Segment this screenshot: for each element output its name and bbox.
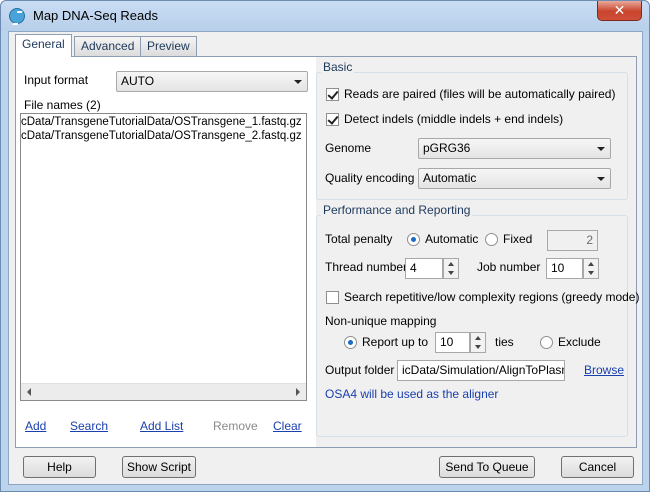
increment-icon[interactable] [588, 262, 594, 266]
tab-general[interactable]: General [15, 34, 72, 57]
report-up-to-stepper[interactable] [470, 332, 486, 353]
search-repetitive-label: Search repetitive/low complexity regions… [344, 290, 640, 304]
general-tab-panel: Input format AUTO File names (2) cData/T… [15, 56, 639, 448]
quality-encoding-select[interactable]: Automatic [418, 168, 611, 189]
chevron-down-icon [294, 80, 302, 84]
reads-paired-checkbox[interactable] [326, 88, 339, 101]
search-repetitive-checkbox[interactable] [326, 291, 339, 304]
report-up-to-label: Report up to [362, 335, 429, 349]
show-script-button[interactable]: Show Script [122, 456, 196, 478]
tab-advanced[interactable]: Advanced [74, 36, 142, 56]
clear-files-link[interactable]: Clear [273, 419, 302, 433]
detect-indels-label: Detect indels (middle indels + end indel… [344, 112, 564, 126]
quality-encoding-label: Quality encoding [325, 171, 415, 185]
scroll-left-icon[interactable] [21, 384, 38, 400]
penalty-fixed-input[interactable]: 2 [547, 230, 598, 251]
basic-group-title: Basic [321, 60, 355, 74]
browse-link[interactable]: Browse [584, 363, 624, 377]
decrement-icon[interactable] [475, 345, 481, 349]
genome-select[interactable]: pGRG36 [418, 138, 611, 159]
increment-icon[interactable] [475, 336, 481, 340]
ties-label: ties [495, 335, 514, 349]
add-file-link[interactable]: Add [25, 419, 46, 433]
report-up-to-radio[interactable] [344, 336, 357, 349]
performance-group-title: Performance and Reporting [321, 203, 473, 217]
genome-label: Genome [325, 141, 372, 155]
report-up-to-input[interactable]: 10 [435, 332, 470, 353]
dialog-client-area: General Advanced Preview Input format AU… [8, 31, 643, 485]
total-penalty-label: Total penalty [325, 232, 393, 246]
horizontal-scrollbar[interactable] [21, 383, 306, 400]
output-folder-input[interactable]: icData/Simulation/AlignToPlasmid [397, 360, 565, 381]
list-item[interactable]: cData/TransgeneTutorialData/OSTransgene_… [21, 130, 302, 142]
input-format-value: AUTO [121, 74, 155, 88]
file-names-label: File names (2) [24, 98, 101, 112]
output-folder-label: Output folder [325, 363, 395, 377]
remove-file-link[interactable]: Remove [213, 419, 258, 433]
thread-number-stepper[interactable] [443, 258, 459, 279]
input-format-select[interactable]: AUTO [116, 71, 308, 92]
tab-preview[interactable]: Preview [140, 36, 197, 56]
increment-icon[interactable] [448, 262, 454, 266]
thread-number-input[interactable]: 4 [405, 258, 443, 279]
input-format-label: Input format [24, 73, 89, 87]
list-item[interactable]: cData/TransgeneTutorialData/OSTransgene_… [21, 116, 302, 128]
exclude-label: Exclude [558, 335, 601, 349]
decrement-icon[interactable] [588, 271, 594, 275]
job-number-stepper[interactable] [583, 258, 599, 279]
help-button[interactable]: Help [23, 456, 96, 478]
dialog-window: Map DNA-Seq Reads ✕ General Advanced Pre… [0, 0, 650, 492]
search-files-link[interactable]: Search [70, 419, 108, 433]
close-button[interactable]: ✕ [597, 1, 642, 21]
file-names-list[interactable]: cData/TransgeneTutorialData/OSTransgene_… [20, 113, 307, 401]
title-bar[interactable]: Map DNA-Seq Reads ✕ [1, 1, 649, 31]
penalty-automatic-radio[interactable] [407, 233, 420, 246]
send-to-queue-button[interactable]: Send To Queue [439, 456, 535, 478]
reads-paired-label: Reads are paired (files will be automati… [344, 87, 616, 101]
app-logo-icon [9, 8, 25, 24]
basic-group: Basic Reads are paired (files will be au… [316, 60, 628, 200]
quality-encoding-value: Automatic [423, 171, 477, 185]
chevron-down-icon [597, 177, 605, 181]
non-unique-mapping-label: Non-unique mapping [325, 314, 437, 328]
job-number-label: Job number [477, 260, 541, 274]
genome-value: pGRG36 [423, 141, 471, 155]
thread-number-label: Thread number [325, 260, 408, 274]
penalty-fixed-radio[interactable] [485, 233, 498, 246]
scroll-right-icon[interactable] [289, 384, 306, 400]
cancel-button[interactable]: Cancel [561, 456, 634, 478]
job-number-input[interactable]: 10 [546, 258, 583, 279]
chevron-down-icon [597, 147, 605, 151]
detect-indels-checkbox[interactable] [326, 113, 339, 126]
window-title: Map DNA-Seq Reads [33, 8, 158, 23]
performance-group: Performance and Reporting Total penalty … [316, 203, 639, 437]
penalty-fixed-label: Fixed [503, 232, 533, 246]
penalty-automatic-label: Automatic [425, 232, 479, 246]
exclude-radio[interactable] [540, 336, 553, 349]
decrement-icon[interactable] [448, 271, 454, 275]
aligner-note: OSA4 will be used as the aligner [325, 387, 499, 401]
add-list-link[interactable]: Add List [140, 419, 183, 433]
